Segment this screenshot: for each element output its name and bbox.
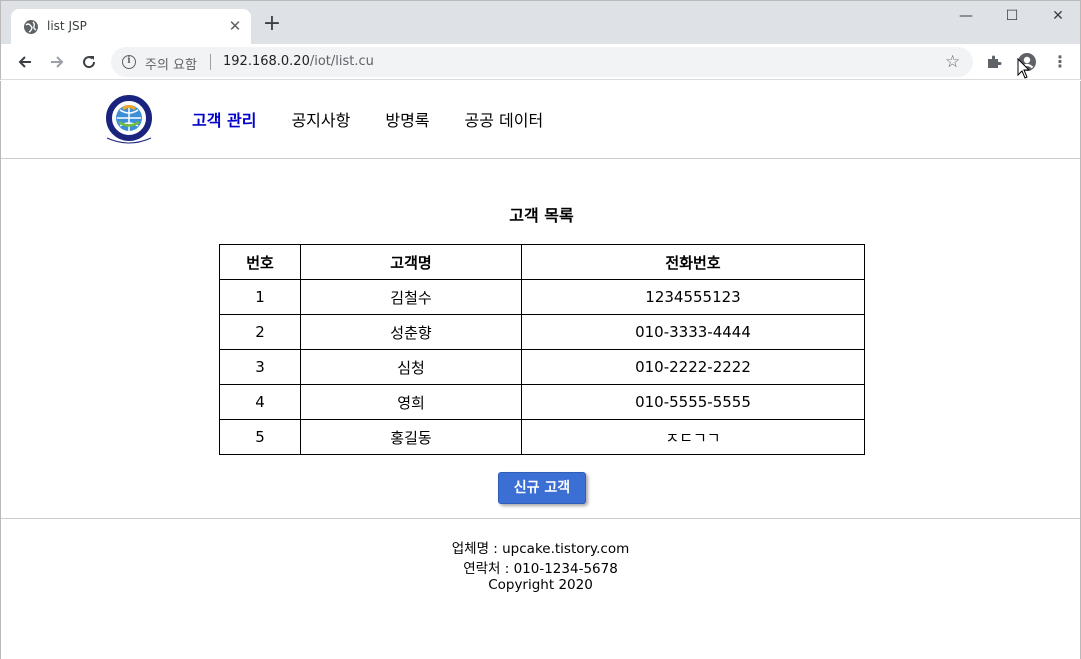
cell-phone: 010-3333-4444 xyxy=(521,314,865,350)
kebab-menu-icon[interactable]: ⋮ xyxy=(1049,51,1071,73)
column-header-phone: 전화번호 xyxy=(521,244,865,280)
cell-number: 1 xyxy=(219,279,301,315)
cell-name[interactable]: 홍길동 xyxy=(300,419,522,455)
forward-arrow-icon[interactable] xyxy=(45,50,69,74)
column-header-name: 고객명 xyxy=(300,244,522,280)
footer-copyright: Copyright 2020 xyxy=(488,577,593,593)
info-icon[interactable]: i xyxy=(122,55,136,69)
cell-name[interactable]: 심청 xyxy=(300,349,522,385)
window-minimize-button[interactable]: — xyxy=(943,5,989,29)
nav-customer-management[interactable]: 고객 관리 xyxy=(192,107,256,131)
cell-name[interactable]: 김철수 xyxy=(300,279,522,315)
url-text[interactable]: 192.168.0.20/iot/list.cu xyxy=(223,54,374,69)
new-customer-button[interactable]: 신규 고객 xyxy=(498,472,586,504)
footer-company: 업체명 : upcake.tistory.com xyxy=(451,541,630,557)
tab-close-icon[interactable]: ✕ xyxy=(227,18,243,34)
nav-guestbook[interactable]: 방명록 xyxy=(385,107,429,131)
url-path: /iot/list.cu xyxy=(309,54,374,69)
table-row: 3 심청 010-2222-2222 xyxy=(219,349,865,385)
customer-table: 번호 고객명 전화번호 1 김철수 1234555123 2 성춘향 010-3… xyxy=(219,244,865,455)
cell-phone: ㅈㄷㄱㄱ xyxy=(521,419,865,455)
cell-phone: 010-2222-2222 xyxy=(521,349,865,385)
browser-tab[interactable]: list JSP ✕ xyxy=(11,9,251,45)
window-maximize-button[interactable]: ☐ xyxy=(989,5,1035,29)
main-nav: 고객 관리 공지사항 방명록 공공 데이터 xyxy=(192,107,578,131)
page-content: 고객 관리 공지사항 방명록 공공 데이터 고객 목록 번호 고객명 전화번호 … xyxy=(0,81,1081,659)
browser-tab-strip: list JSP ✕ + — ☐ ✕ xyxy=(0,0,1081,45)
table-row: 1 김철수 1234555123 xyxy=(219,279,865,315)
column-header-number: 번호 xyxy=(219,244,301,280)
cell-name[interactable]: 성춘향 xyxy=(300,314,522,350)
window-close-button[interactable]: ✕ xyxy=(1035,5,1081,29)
tab-title: list JSP xyxy=(47,19,87,33)
new-tab-button[interactable]: + xyxy=(261,13,283,36)
address-bar[interactable]: i 주의 요함 192.168.0.20/iot/list.cu ☆ xyxy=(111,47,973,77)
page-title: 고객 목록 xyxy=(509,206,574,225)
puzzle-extension-icon[interactable] xyxy=(983,51,1005,73)
cell-number: 5 xyxy=(219,419,301,455)
cell-number: 4 xyxy=(219,384,301,420)
logo-icon[interactable] xyxy=(101,94,157,146)
table-header-row: 번호 고객명 전화번호 xyxy=(219,244,865,280)
mouse-cursor-icon xyxy=(1017,58,1031,79)
address-separator xyxy=(210,54,211,70)
back-arrow-icon[interactable] xyxy=(13,50,37,74)
nav-public-data[interactable]: 공공 데이터 xyxy=(465,107,544,131)
reload-icon[interactable] xyxy=(77,50,101,74)
table-row: 5 홍길동 ㅈㄷㄱㄱ xyxy=(219,419,865,455)
table-row: 4 영희 010-5555-5555 xyxy=(219,384,865,420)
footer-contact: 연락처 : 010-1234-5678 xyxy=(463,561,618,577)
cell-number: 3 xyxy=(219,349,301,385)
site-footer: 업체명 : upcake.tistory.com 연락처 : 010-1234-… xyxy=(1,518,1080,659)
table-row: 2 성춘향 010-3333-4444 xyxy=(219,314,865,350)
cell-number: 2 xyxy=(219,314,301,350)
globe-icon xyxy=(24,20,38,34)
nav-notices[interactable]: 공지사항 xyxy=(291,107,350,131)
star-icon[interactable]: ☆ xyxy=(945,52,960,72)
cell-phone: 010-5555-5555 xyxy=(521,384,865,420)
site-header: 고객 관리 공지사항 방명록 공공 데이터 xyxy=(1,81,1080,159)
cell-phone: 1234555123 xyxy=(521,279,865,315)
security-warning-label[interactable]: 주의 요함 xyxy=(145,54,197,73)
cell-name[interactable]: 영희 xyxy=(300,384,522,420)
browser-toolbar: i 주의 요함 192.168.0.20/iot/list.cu ☆ ⋮ xyxy=(0,44,1081,80)
url-host: 192.168.0.20 xyxy=(223,54,310,69)
